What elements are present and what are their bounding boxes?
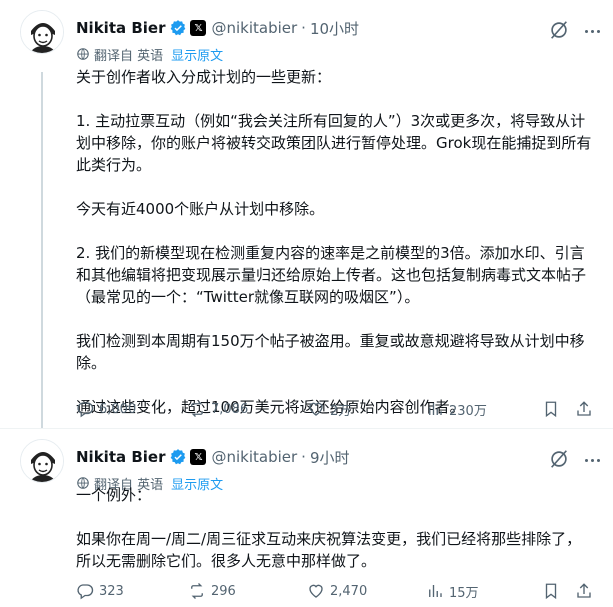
reply-count: 323 bbox=[99, 583, 124, 599]
show-original-link[interactable]: 显示原文 bbox=[171, 45, 223, 64]
more-icon[interactable] bbox=[581, 450, 603, 470]
view-count: 230万 bbox=[449, 403, 487, 419]
tweet-text: 一个例外： 如果你在周一/周二/周三征求互动来庆祝算法变更，我们已经将那些排除了… bbox=[76, 486, 582, 570]
thread-connector bbox=[41, 72, 43, 428]
bookmark-icon bbox=[545, 583, 557, 600]
tweet-actions: 6,000 7,086 2万 230万 bbox=[76, 399, 596, 419]
reply-icon bbox=[77, 584, 94, 600]
repost-count: 296 bbox=[211, 583, 236, 599]
repost-button[interactable]: 7,086 bbox=[188, 399, 248, 419]
grok-icon[interactable] bbox=[548, 19, 570, 41]
share-icon bbox=[577, 401, 591, 416]
like-count: 2,470 bbox=[330, 583, 368, 599]
views-button[interactable]: 230万 bbox=[426, 399, 487, 419]
repost-icon bbox=[191, 583, 203, 599]
view-count: 15万 bbox=[449, 585, 479, 601]
views-button[interactable]: 15万 bbox=[426, 581, 479, 601]
views-icon bbox=[429, 585, 442, 597]
separator: · bbox=[301, 19, 306, 37]
author-name[interactable]: Nikita Bier bbox=[76, 19, 165, 37]
tweet-header: Nikita Bier 𝕏 @nikitabier · 10小时 bbox=[76, 17, 359, 39]
separator: · bbox=[301, 448, 306, 466]
repost-count: 7,086 bbox=[211, 401, 249, 417]
like-icon bbox=[309, 402, 323, 416]
verified-icon[interactable] bbox=[169, 448, 187, 466]
like-button[interactable]: 2,470 bbox=[307, 581, 367, 601]
grok-icon[interactable] bbox=[548, 448, 570, 470]
reply-button[interactable]: 6,000 bbox=[76, 399, 136, 419]
more-icon[interactable] bbox=[581, 21, 603, 41]
tweet-header: Nikita Bier 𝕏 @nikitabier · 9小时 bbox=[76, 446, 350, 468]
reply-button[interactable]: 323 bbox=[76, 581, 124, 601]
share-button[interactable] bbox=[575, 581, 598, 601]
timestamp[interactable]: 10小时 bbox=[310, 18, 359, 39]
translated-label: 翻译自 英语 bbox=[94, 48, 164, 64]
like-button[interactable]: 2万 bbox=[307, 399, 351, 419]
repost-button[interactable]: 296 bbox=[188, 581, 236, 601]
author-name[interactable]: Nikita Bier bbox=[76, 448, 165, 466]
tweet[interactable]: Nikita Bier 𝕏 @nikitabier · 10小时 翻译自 英语 … bbox=[0, 0, 613, 428]
reply-count: 6,000 bbox=[99, 401, 137, 417]
bookmark-icon bbox=[545, 401, 557, 418]
views-icon bbox=[429, 403, 442, 415]
tweet[interactable]: Nikita Bier 𝕏 @nikitabier · 9小时 翻译自 英语 显… bbox=[0, 429, 613, 607]
tweet-actions: 323 296 2,470 15万 bbox=[76, 581, 596, 601]
avatar-image bbox=[21, 440, 63, 482]
repost-icon bbox=[191, 401, 203, 417]
globe-icon bbox=[77, 48, 89, 60]
author-handle[interactable]: @nikitabier bbox=[211, 19, 297, 37]
like-count: 2万 bbox=[330, 403, 352, 419]
verified-icon[interactable] bbox=[169, 19, 187, 37]
avatar[interactable] bbox=[20, 439, 64, 483]
translation-info: 翻译自 英语 显示原文 bbox=[76, 45, 223, 64]
reply-icon bbox=[77, 402, 94, 418]
author-handle[interactable]: @nikitabier bbox=[211, 448, 297, 466]
like-icon bbox=[309, 584, 323, 598]
affiliation-badge-icon[interactable]: 𝕏 bbox=[190, 449, 207, 465]
avatar-image bbox=[21, 11, 63, 53]
avatar[interactable] bbox=[20, 10, 64, 54]
bookmark-button[interactable] bbox=[542, 581, 565, 601]
bookmark-button[interactable] bbox=[542, 399, 565, 419]
share-icon bbox=[577, 583, 591, 598]
tweet-text: 关于创作者收入分成计划的一些更新： 1. 主动拉票互动（例如“我会关注所有回复的… bbox=[76, 68, 592, 416]
affiliation-badge-icon[interactable]: 𝕏 bbox=[190, 20, 207, 36]
share-button[interactable] bbox=[575, 399, 598, 419]
timestamp[interactable]: 9小时 bbox=[310, 447, 350, 468]
